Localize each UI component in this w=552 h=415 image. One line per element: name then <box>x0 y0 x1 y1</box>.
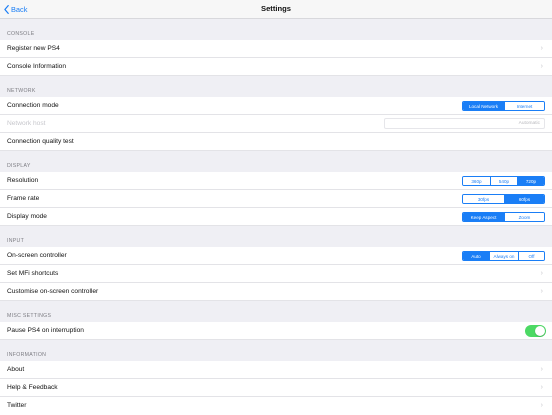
chevron-right-icon: › <box>540 288 543 295</box>
row-label: Console Information <box>7 63 67 70</box>
resolution-control: 360p 540p 720p <box>462 176 545 186</box>
network-host-row: Network host Automatic <box>0 115 552 133</box>
row-label: About <box>7 366 25 373</box>
row-label: Register new PS4 <box>7 45 60 52</box>
display-mode-row: Display mode Keep Aspect Zoom <box>0 208 552 226</box>
resolution-row: Resolution 360p 540p 720p <box>0 172 552 190</box>
segment-auto[interactable]: Auto <box>463 252 489 260</box>
segment-internet[interactable]: Internet <box>504 102 544 110</box>
segment-zoom[interactable]: Zoom <box>504 213 544 221</box>
section-header-console: CONSOLE <box>0 19 552 40</box>
pause-toggle[interactable] <box>525 325 546 337</box>
frame-rate-row: Frame rate 30fps 60fps <box>0 190 552 208</box>
connection-mode-row: Connection mode Local Network Internet <box>0 97 552 115</box>
frame-rate-control: 30fps 60fps <box>462 194 545 204</box>
section-header-network: NETWORK <box>0 76 552 97</box>
about-row[interactable]: About › <box>0 361 552 379</box>
register-ps4-row[interactable]: Register new PS4 › <box>0 40 552 58</box>
pause-on-interruption-row: Pause PS4 on interruption <box>0 322 552 340</box>
chevron-right-icon: › <box>540 270 543 277</box>
segment-30fps[interactable]: 30fps <box>463 195 504 203</box>
section-header-label: MISC SETTINGS <box>7 313 52 319</box>
twitter-row[interactable]: Twitter › <box>0 397 552 415</box>
row-label: Pause PS4 on interruption <box>7 327 84 334</box>
toggle-knob <box>534 325 546 337</box>
row-label: Resolution <box>7 177 39 184</box>
onscreen-controller-control: Auto Always on Off <box>462 251 545 261</box>
connection-mode-control: Local Network Internet <box>462 101 545 111</box>
chevron-right-icon: › <box>540 45 543 52</box>
segment-local-network[interactable]: Local Network <box>463 102 504 110</box>
settings-list: CONSOLE Register new PS4 › Console Infor… <box>0 19 552 415</box>
display-mode-control: Keep Aspect Zoom <box>462 212 545 222</box>
segment-60fps[interactable]: 60fps <box>504 195 544 203</box>
customise-controller-row[interactable]: Customise on-screen controller › <box>0 283 552 301</box>
navigation-bar: Back Settings <box>0 0 552 19</box>
segment-360p[interactable]: 360p <box>463 177 490 185</box>
row-label: Connection quality test <box>7 138 74 145</box>
section-header-display: DISPLAY <box>0 151 552 172</box>
chevron-right-icon: › <box>540 366 543 373</box>
segment-720p[interactable]: 720p <box>517 177 544 185</box>
section-header-misc: MISC SETTINGS <box>0 301 552 322</box>
section-header-label: DISPLAY <box>7 163 31 169</box>
network-host-input[interactable]: Automatic <box>384 118 545 129</box>
chevron-right-icon: › <box>540 63 543 70</box>
row-label: Network host <box>7 120 46 127</box>
segment-keep-aspect[interactable]: Keep Aspect <box>463 213 504 221</box>
chevron-right-icon: › <box>540 384 543 391</box>
help-feedback-row[interactable]: Help & Feedback › <box>0 379 552 397</box>
section-header-label: CONSOLE <box>7 31 35 37</box>
mfi-shortcuts-row[interactable]: Set MFi shortcuts › <box>0 265 552 283</box>
segment-540p[interactable]: 540p <box>490 177 517 185</box>
section-header-label: INFORMATION <box>7 352 47 358</box>
section-header-information: INFORMATION <box>0 340 552 361</box>
row-label: Set MFi shortcuts <box>7 270 59 277</box>
page-title: Settings <box>261 4 291 13</box>
row-label: Frame rate <box>7 195 40 202</box>
chevron-right-icon: › <box>540 402 543 409</box>
segment-off[interactable]: Off <box>518 252 544 260</box>
section-header-label: INPUT <box>7 238 25 244</box>
section-header-input: INPUT <box>0 226 552 247</box>
row-label: Connection mode <box>7 102 59 109</box>
row-label: Help & Feedback <box>7 384 58 391</box>
console-information-row[interactable]: Console Information › <box>0 58 552 76</box>
section-header-label: NETWORK <box>7 88 36 94</box>
connection-quality-test-row[interactable]: Connection quality test <box>0 133 552 151</box>
row-label: Twitter <box>7 402 27 409</box>
row-label: Display mode <box>7 213 47 220</box>
row-label: On-screen controller <box>7 252 67 259</box>
row-label: Customise on-screen controller <box>7 288 99 295</box>
onscreen-controller-row: On-screen controller Auto Always on Off <box>0 247 552 265</box>
segment-always-on[interactable]: Always on <box>489 252 518 260</box>
